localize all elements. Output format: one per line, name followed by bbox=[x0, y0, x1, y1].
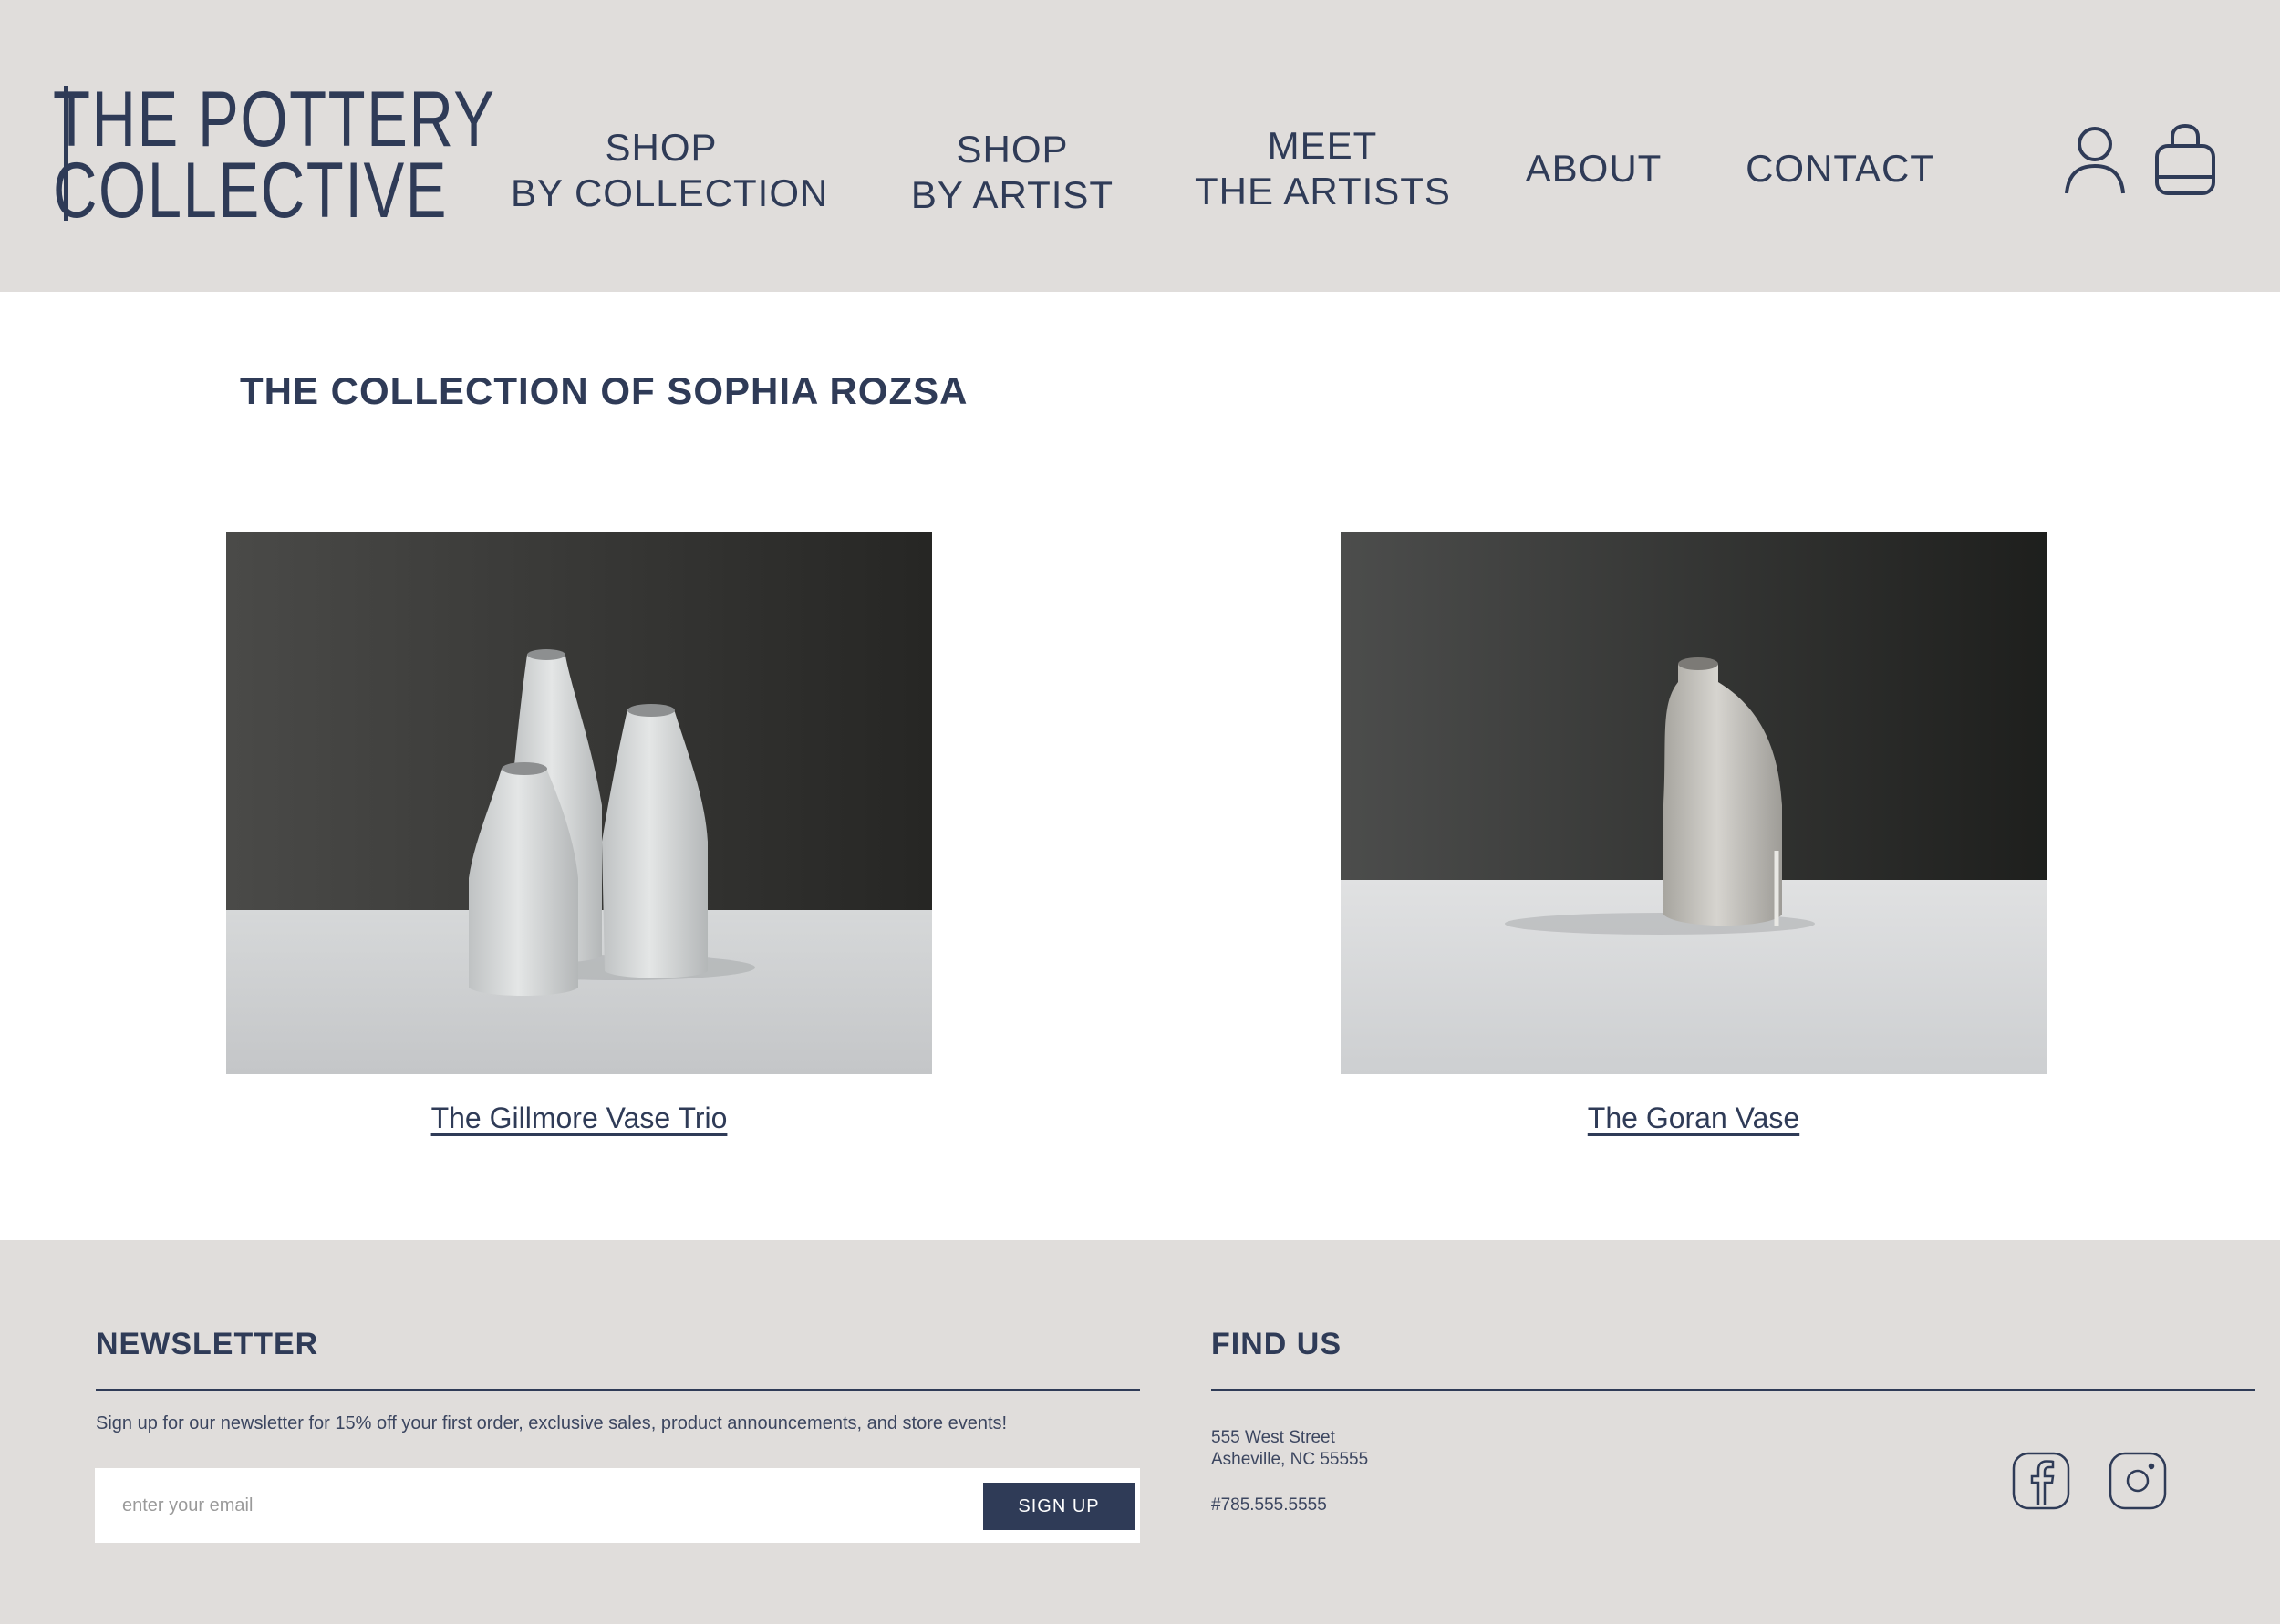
nav-label-line-1: SHOP bbox=[605, 126, 718, 169]
instagram-icon[interactable] bbox=[2109, 1452, 2167, 1510]
facebook-icon[interactable] bbox=[2012, 1452, 2070, 1510]
product-card: The Gillmore Vase Trio bbox=[226, 532, 932, 1135]
address-city: Asheville, NC 55555 bbox=[1211, 1450, 1369, 1469]
sign-up-button[interactable]: SIGN UP bbox=[983, 1483, 1135, 1530]
shopping-bag-icon[interactable] bbox=[2154, 123, 2216, 195]
product-link-goran-vase[interactable]: The Goran Vase bbox=[1341, 1102, 2047, 1135]
product-card: The Goran Vase bbox=[1341, 532, 2047, 1135]
newsletter-form: SIGN UP bbox=[95, 1468, 1140, 1543]
find-us-heading: FIND US bbox=[1211, 1327, 1342, 1361]
nav-label-line-1: SHOP bbox=[956, 128, 1069, 171]
product-image-goran-vase[interactable] bbox=[1341, 532, 2047, 1074]
nav-label-line-1: MEET bbox=[1267, 124, 1378, 167]
nav-shop-by-collection[interactable]: SHOP BY COLLECTION bbox=[511, 125, 829, 216]
nav-label: ABOUT bbox=[1525, 147, 1663, 190]
page-title: THE COLLECTION OF SOPHIA ROZSA bbox=[240, 369, 969, 412]
store-phone: #785.555.5555 bbox=[1211, 1495, 1327, 1515]
newsletter-divider bbox=[96, 1389, 1140, 1391]
logo-line-2: COLLECTIVE bbox=[53, 147, 449, 234]
nav-label-line-2: BY ARTIST bbox=[910, 173, 1114, 216]
nav-label: CONTACT bbox=[1746, 147, 1934, 190]
site-footer: NEWSLETTER Sign up for our newsletter fo… bbox=[0, 1240, 2280, 1624]
nav-label-line-2: BY COLLECTION bbox=[511, 171, 829, 214]
email-input[interactable] bbox=[122, 1484, 1062, 1526]
store-address: 555 West Street Asheville, NC 55555 bbox=[1211, 1427, 1368, 1471]
find-us-divider bbox=[1211, 1389, 2255, 1391]
site-header: THE POTTERY COLLECTIVE SHOP BY COLLECTIO… bbox=[0, 0, 2280, 292]
account-icon[interactable] bbox=[2063, 126, 2127, 195]
brand-logo[interactable]: THE POTTERY COLLECTIVE bbox=[53, 80, 494, 230]
product-link-gillmore-vase-trio[interactable]: The Gillmore Vase Trio bbox=[226, 1102, 932, 1135]
newsletter-description: Sign up for our newsletter for 15% off y… bbox=[96, 1413, 1008, 1433]
nav-label-line-2: THE ARTISTS bbox=[1195, 170, 1451, 212]
product-image-gillmore-vase-trio[interactable] bbox=[226, 532, 932, 1074]
address-street: 555 West Street bbox=[1211, 1428, 1335, 1447]
nav-contact[interactable]: CONTACT bbox=[1742, 146, 1938, 191]
nav-about[interactable]: ABOUT bbox=[1514, 146, 1674, 191]
nav-meet-the-artists[interactable]: MEET THE ARTISTS bbox=[1195, 123, 1450, 214]
newsletter-heading: NEWSLETTER bbox=[96, 1327, 319, 1361]
nav-shop-by-artist[interactable]: SHOP BY ARTIST bbox=[894, 127, 1131, 218]
